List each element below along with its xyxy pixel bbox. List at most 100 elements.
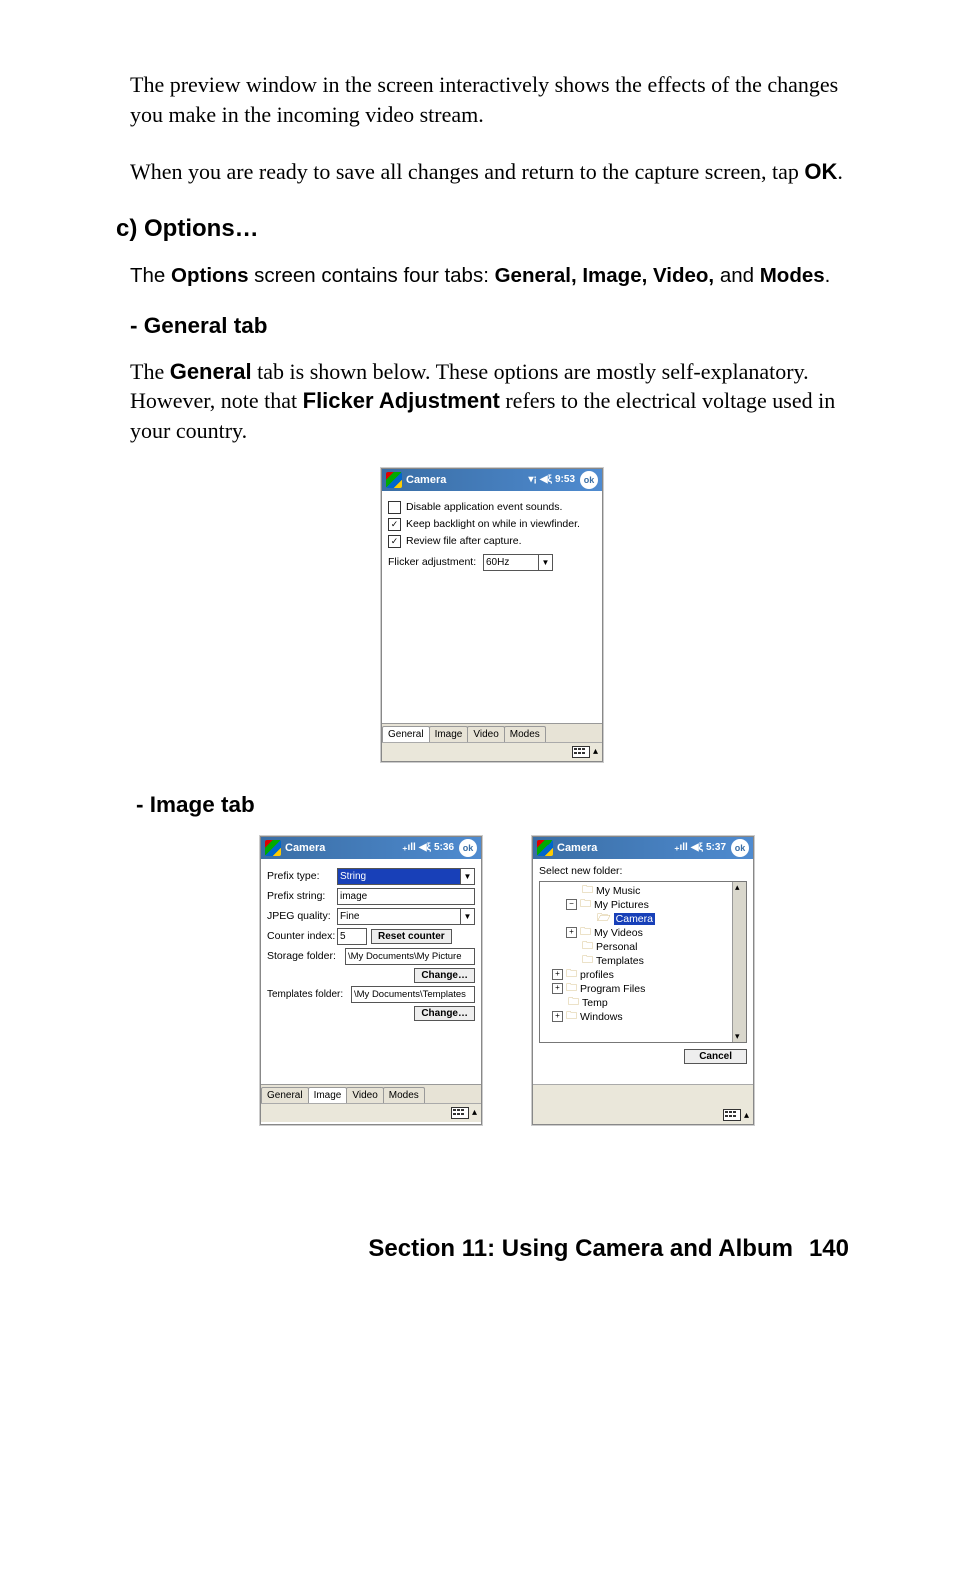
footer-page-number: 140 <box>809 1235 849 1263</box>
folder-icon: 🗀 <box>566 1007 577 1026</box>
keyboard-icon[interactable] <box>723 1109 741 1121</box>
window-title: Camera <box>285 842 325 854</box>
prefix-type-label: Prefix type: <box>267 870 337 882</box>
chevron-down-icon[interactable]: ▼ <box>461 908 475 925</box>
prefix-string-label: Prefix string: <box>267 890 337 902</box>
window-title: Camera <box>406 474 446 486</box>
bold: Flicker Adjustment <box>303 388 500 413</box>
bold: General, Image, Video, <box>495 264 715 287</box>
titlebar: Camera ₊ıll ◀ξ 5:37 ok <box>533 837 753 859</box>
text: The <box>130 264 171 287</box>
tab-general[interactable]: General <box>261 1087 309 1103</box>
expand-icon[interactable]: + <box>552 969 563 980</box>
paragraph-options: The Options screen contains four tabs: G… <box>130 261 854 291</box>
tab-modes[interactable]: Modes <box>383 1087 425 1103</box>
subheading-image: - Image tab <box>136 792 854 818</box>
subheading-general: - General tab <box>130 313 854 339</box>
tree-item[interactable]: My Videos <box>594 927 643 939</box>
tab-modes[interactable]: Modes <box>504 726 546 742</box>
tree-item[interactable]: Temp <box>582 997 608 1009</box>
reset-counter-button[interactable]: Reset counter <box>371 929 452 944</box>
titlebar: Camera ▾¡ ◀ξ 9:53 ok <box>382 469 602 491</box>
counter-index-input[interactable]: 5 <box>337 928 367 945</box>
storage-folder-label: Storage folder: <box>267 950 345 962</box>
jpeg-quality-select[interactable]: Fine <box>337 908 461 925</box>
collapse-icon[interactable]: − <box>566 899 577 910</box>
speaker-icon: ◀ξ <box>691 842 703 853</box>
select-folder-label: Select new folder: <box>539 865 747 877</box>
window-title: Camera <box>557 842 597 854</box>
checkbox-review[interactable]: ✓ <box>388 535 401 548</box>
counter-index-label: Counter index: <box>267 930 337 942</box>
paragraph-preview: The preview window in the screen interac… <box>130 70 854 129</box>
start-icon[interactable] <box>386 472 402 488</box>
sip-up-icon[interactable]: ▴ <box>472 1107 477 1118</box>
tab-image[interactable]: Image <box>429 726 469 742</box>
tree-item[interactable]: profiles <box>580 969 614 981</box>
folder-icon: 🗀 <box>580 895 591 914</box>
text: The <box>130 359 170 384</box>
prefix-string-input[interactable]: image <box>337 888 475 905</box>
flicker-select[interactable]: 60Hz <box>483 554 539 571</box>
sip-up-icon[interactable]: ▴ <box>744 1110 749 1121</box>
clock: 9:53 <box>555 474 575 485</box>
tab-video[interactable]: Video <box>467 726 504 742</box>
tree-item[interactable]: Templates <box>596 955 644 967</box>
footer-section: Section 11: Using Camera and Album <box>368 1235 793 1263</box>
folder-open-icon: 🗁 <box>597 909 611 928</box>
tab-bar: General Image Video Modes <box>261 1084 481 1103</box>
ok-button[interactable]: ok <box>580 471 598 489</box>
bold: Options <box>171 264 248 287</box>
chevron-down-icon[interactable]: ▼ <box>461 868 475 885</box>
checkbox-backlight[interactable]: ✓ <box>388 518 401 531</box>
tree-item[interactable]: Program Files <box>580 983 645 995</box>
signal-icon: ₊ıll <box>402 842 416 853</box>
page-footer: Section 11: Using Camera and Album 140 <box>130 1235 854 1263</box>
text: screen contains four tabs: <box>248 264 494 287</box>
keyboard-icon[interactable] <box>572 746 590 758</box>
screenshot-folder-picker: Camera ₊ıll ◀ξ 5:37 ok Select new folder… <box>532 836 754 1125</box>
tree-item[interactable]: Windows <box>580 1011 623 1023</box>
tab-video[interactable]: Video <box>346 1087 383 1103</box>
tree-item[interactable]: Personal <box>596 941 637 953</box>
paragraph-general: The General tab is shown below. These op… <box>130 357 854 446</box>
tree-item[interactable]: My Music <box>596 885 640 897</box>
change-storage-button[interactable]: Change… <box>414 968 475 983</box>
text: and <box>714 264 760 287</box>
ok-button[interactable]: ok <box>731 839 749 857</box>
text: . <box>825 264 831 287</box>
speaker-icon: ◀ξ <box>540 474 552 485</box>
signal-icon: ▾¡ <box>528 474 536 485</box>
storage-folder-input[interactable]: \My Documents\My Picture <box>345 948 475 965</box>
screenshot-general-tab: Camera ▾¡ ◀ξ 9:53 ok Disable application… <box>381 468 603 762</box>
expand-icon[interactable]: + <box>566 927 577 938</box>
bold: Modes <box>760 264 825 287</box>
folder-icon: 🗀 <box>582 951 593 970</box>
folder-tree[interactable]: 🗀My Music −🗀My Pictures 🗁Camera +🗀My Vid… <box>539 881 747 1043</box>
sip-up-icon[interactable]: ▴ <box>593 746 598 757</box>
templates-folder-input[interactable]: \My Documents\Templates <box>351 986 475 1003</box>
keyboard-icon[interactable] <box>451 1107 469 1119</box>
tab-general[interactable]: General <box>382 726 430 742</box>
change-templates-button[interactable]: Change… <box>414 1006 475 1021</box>
checkbox-disable-sounds[interactable] <box>388 501 401 514</box>
cb-label: Disable application event sounds. <box>406 501 562 513</box>
text: When you are ready to save all changes a… <box>130 159 804 184</box>
signal-icon: ₊ıll <box>674 842 688 853</box>
paragraph-save: When you are ready to save all changes a… <box>130 157 854 187</box>
cancel-button[interactable]: Cancel <box>684 1049 747 1064</box>
ok-button[interactable]: ok <box>459 839 477 857</box>
expand-icon[interactable]: + <box>552 983 563 994</box>
titlebar: Camera ₊ıll ◀ξ 5:36 ok <box>261 837 481 859</box>
jpeg-quality-label: JPEG quality: <box>267 910 337 922</box>
start-icon[interactable] <box>537 840 553 856</box>
prefix-type-select[interactable]: String <box>337 868 461 885</box>
flicker-label: Flicker adjustment: <box>388 556 483 568</box>
chevron-down-icon[interactable]: ▼ <box>539 554 553 571</box>
expand-icon[interactable]: + <box>552 1011 563 1022</box>
tree-item-selected[interactable]: Camera <box>614 913 655 925</box>
start-icon[interactable] <box>265 840 281 856</box>
scrollbar[interactable] <box>732 882 746 1042</box>
tab-image[interactable]: Image <box>308 1087 348 1103</box>
text: . <box>837 159 843 184</box>
